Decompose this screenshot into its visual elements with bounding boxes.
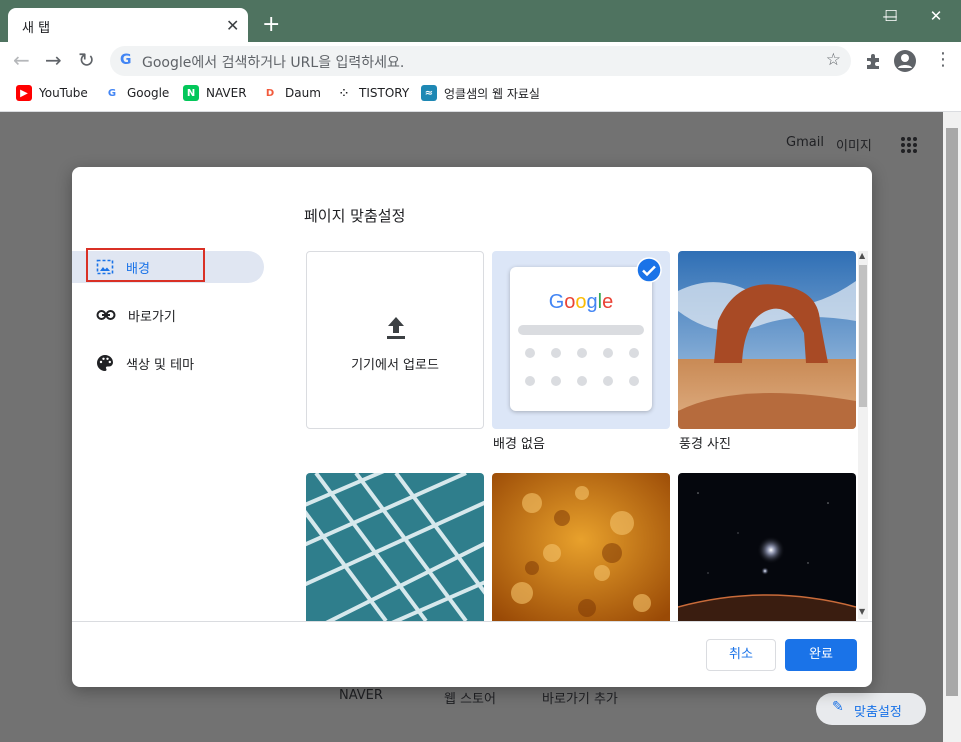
tab-new-tab[interactable]: 새 탭 ✕ [8, 8, 248, 43]
youtube-icon: ▶ [16, 85, 32, 101]
forward-icon[interactable]: → [45, 50, 62, 70]
texture-image [492, 473, 670, 621]
dialog-scrollbar-thumb[interactable] [859, 265, 867, 407]
naver-icon: N [183, 85, 199, 101]
images-link[interactable]: 이미지 [836, 135, 872, 154]
tab-title: 새 탭 [22, 21, 51, 36]
upload-icon [387, 317, 405, 339]
landscape-tile[interactable] [678, 251, 856, 429]
nav-color-theme[interactable]: 색상 및 테마 [72, 347, 264, 379]
page-scrollbar-thumb[interactable] [946, 128, 958, 696]
space-image [678, 473, 856, 621]
selected-check-icon [636, 257, 662, 283]
dialog-title: 페이지 맞춤설정 [304, 207, 406, 225]
link-icon [96, 310, 116, 320]
customize-button[interactable]: ✎ 맞춤설정 [816, 693, 926, 725]
shortcut-add[interactable]: 바로가기 추가 [542, 688, 618, 707]
shortcut-dots-preview [525, 348, 639, 386]
bookmark-label: Google [127, 86, 170, 100]
pencil-icon: ✎ [832, 699, 844, 715]
bookmark-label: TISTORY [359, 86, 410, 100]
bookmark-label: 엉클샘의 웹 자료실 [444, 86, 540, 101]
gmail-link[interactable]: Gmail [786, 135, 824, 150]
bookmark-google[interactable]: G Google [104, 83, 169, 103]
shortcut-naver[interactable]: NAVER [339, 688, 383, 703]
bookmark-label: YouTube [39, 86, 88, 100]
google-g-icon: G [120, 52, 132, 68]
cancel-button[interactable]: 취소 [706, 639, 776, 671]
profile-avatar[interactable] [894, 50, 916, 72]
bookmark-star-icon[interactable]: ☆ [826, 50, 841, 70]
upload-label: 기기에서 업로드 [351, 358, 439, 373]
scroll-up-icon[interactable]: ▲ [859, 251, 865, 260]
bookmark-daum[interactable]: D Daum [262, 83, 321, 103]
bookmark-naver[interactable]: N NAVER [183, 83, 247, 103]
google-preview-card: Google [510, 267, 652, 411]
no-background-tile[interactable]: Google [492, 251, 670, 429]
close-window-button[interactable]: ✕ [916, 4, 956, 28]
customize-dialog: 페이지 맞춤설정 배경 바로가기 색상 및 테마 기기에서 업로드 Google… [72, 167, 872, 687]
bookmark-youtube[interactable]: ▶ YouTube [16, 83, 88, 103]
no-background-label: 배경 없음 [493, 437, 545, 452]
omnibox-placeholder: Google에서 검색하거나 URL을 입력하세요. [142, 55, 405, 71]
new-tab-button[interactable]: + [262, 14, 280, 36]
apps-grid-icon[interactable] [900, 136, 918, 154]
daum-icon: D [262, 85, 278, 101]
omnibox[interactable]: G Google에서 검색하거나 URL을 입력하세요. ☆ [110, 46, 851, 76]
done-button[interactable]: 완료 [785, 639, 857, 671]
bookmark-label: Daum [285, 86, 321, 100]
menu-kebab-icon[interactable]: ⋮ [934, 50, 952, 70]
nav-color-theme-label: 색상 및 테마 [126, 357, 195, 373]
palette-icon [97, 355, 113, 371]
bookmark-tistory[interactable]: ⁘ TISTORY [336, 83, 409, 103]
tab-close-icon[interactable]: ✕ [226, 16, 239, 35]
search-bar-preview [518, 325, 644, 335]
texture-tile[interactable] [492, 473, 670, 621]
architecture-tile[interactable] [306, 473, 484, 621]
google-logo: Google [548, 291, 614, 313]
scroll-down-icon[interactable]: ▼ [859, 607, 865, 616]
extensions-icon[interactable] [864, 52, 882, 70]
back-icon[interactable]: ← [13, 50, 30, 70]
nav-shortcuts-label: 바로가기 [128, 309, 176, 325]
uncle-sam-icon: ≈ [421, 85, 437, 101]
space-tile[interactable] [678, 473, 856, 621]
landscape-label: 풍경 사진 [679, 437, 731, 452]
upload-tile[interactable]: 기기에서 업로드 [306, 251, 484, 429]
reload-icon[interactable]: ↻ [78, 50, 95, 70]
bookmark-label: NAVER [206, 86, 247, 100]
highlight-box [86, 248, 205, 282]
customize-label: 맞춤설정 [854, 705, 902, 720]
bookmark-엉클샘의-웹-자료실[interactable]: ≈ 엉클샘의 웹 자료실 [421, 83, 540, 103]
google-icon: G [104, 85, 120, 101]
landscape-image [678, 251, 856, 429]
tistory-icon: ⁘ [336, 85, 352, 101]
nav-shortcuts[interactable]: 바로가기 [72, 299, 264, 331]
maximize-icon: ☐ [884, 7, 898, 25]
architecture-image [306, 473, 484, 621]
shortcut-web-store[interactable]: 웹 스토어 [444, 688, 496, 707]
dialog-footer-divider [72, 621, 872, 622]
